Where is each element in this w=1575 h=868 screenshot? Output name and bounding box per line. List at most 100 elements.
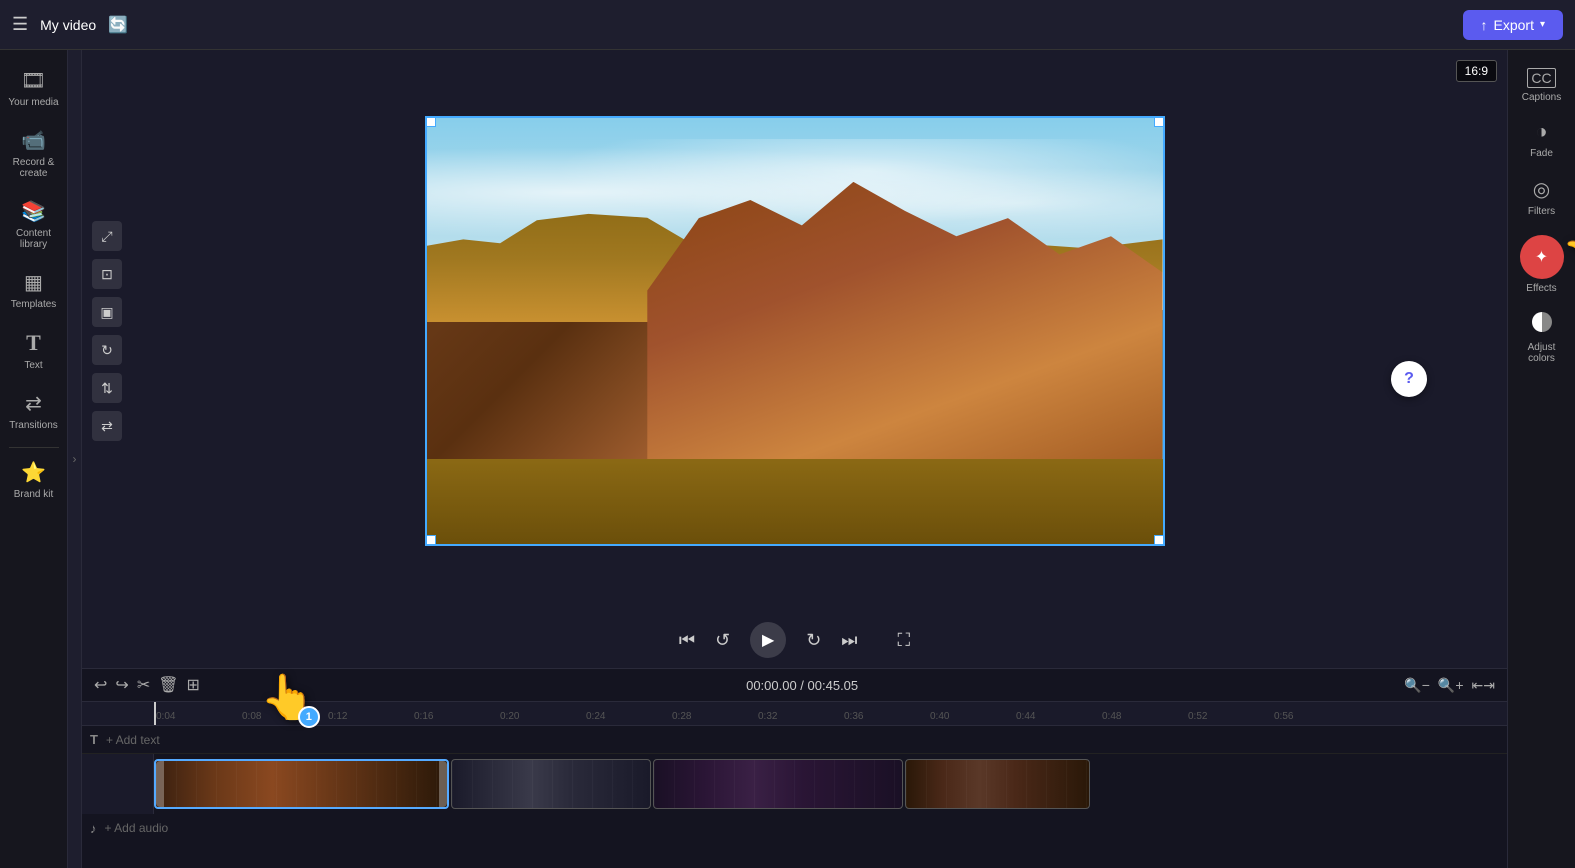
flip-h-tool[interactable]: ⇅ (92, 373, 122, 403)
transitions-icon: ⇄ (25, 391, 42, 416)
export-button[interactable]: ↑ Export ▾ (1463, 10, 1564, 40)
ruler-tick-1: 0:08 (240, 711, 326, 722)
sidebar-item-captions[interactable]: CC Captions (1512, 60, 1572, 111)
resize-tool[interactable]: ⤢ (92, 221, 122, 251)
corner-handle-tr[interactable] (1154, 117, 1164, 127)
collapse-handle[interactable]: › (68, 50, 82, 868)
help-button[interactable]: ? (1391, 361, 1427, 397)
sidebar-item-record-create[interactable]: 📹 Record & create (4, 120, 64, 187)
video-canvas[interactable] (425, 116, 1165, 546)
sidebar-item-content-library[interactable]: 📚 Content library (4, 191, 64, 258)
audio-icon: ♪ (90, 821, 97, 836)
filters-label: Filters (1528, 206, 1555, 217)
play-button[interactable]: ▶ (750, 622, 786, 658)
fullscreen-button[interactable]: ⛶ (897, 630, 910, 651)
sidebar-item-text[interactable]: T Text (4, 322, 64, 379)
video-clip-3[interactable] (653, 759, 903, 809)
ruler-tick-9: 0:40 (928, 711, 1014, 722)
sidebar-item-your-media[interactable]: 🎞 Your media (4, 60, 64, 116)
sidebar-item-filters[interactable]: ◎ Filters (1512, 169, 1572, 225)
audio-track: ♪ + Add audio (82, 814, 1507, 842)
title-area: My video 🔄 (40, 15, 1450, 35)
skip-forward-button[interactable]: ⏭ (841, 630, 857, 651)
add-to-timeline-button[interactable]: ⊞ (187, 675, 200, 695)
video-clip-1[interactable] (154, 759, 449, 809)
main-area: 🎞 Your media 📹 Record & create 📚 Content… (0, 50, 1575, 868)
fade-icon: ◑ (1535, 121, 1547, 144)
rotate-tool[interactable]: ↻ (92, 335, 122, 365)
clip-thumbnail-3 (654, 760, 902, 808)
sidebar-item-effects[interactable]: ✦ Effects 👆 2 (1512, 227, 1572, 302)
clip-handle-right-1[interactable] (439, 761, 447, 807)
flip-v-tool[interactable]: ⇄ (92, 411, 122, 441)
ruler-tick-7: 0:32 (756, 711, 842, 722)
ruler-tick-10: 0:44 (1014, 711, 1100, 722)
rewind-5s-button[interactable]: ↺ (715, 630, 730, 651)
zoom-out-button[interactable]: 🔍− (1404, 677, 1430, 694)
ruler-container: 0:04 0:08 0:12 0:16 0:20 0:24 0:28 0:32 … (154, 702, 1507, 725)
text-icon-small: T (90, 732, 98, 747)
center-panel: ⤢ ⊡ ▣ ↻ ⇅ ⇄ (82, 50, 1507, 868)
track-label (82, 754, 154, 814)
left-sidebar: 🎞 Your media 📹 Record & create 📚 Content… (0, 50, 68, 868)
corner-handle-br[interactable] (1154, 535, 1164, 545)
timeline-tracks: T + Add text (82, 726, 1507, 868)
forward-5s-button[interactable]: ↻ (806, 630, 821, 651)
ruler-tick-13: 0:56 (1272, 711, 1358, 722)
text-track: T + Add text (82, 726, 1507, 754)
ruler-tick-8: 0:36 (842, 711, 928, 722)
sidebar-item-label: Record & create (8, 157, 60, 179)
video-title: My video (40, 17, 96, 33)
preview-area: ⤢ ⊡ ▣ ↻ ⇅ ⇄ (82, 50, 1507, 612)
sidebar-item-label: Transitions (9, 420, 58, 431)
export-arrow-icon: ↑ (1481, 17, 1488, 33)
templates-icon: ▦ (24, 270, 43, 295)
your-media-icon: 🎞 (21, 68, 46, 93)
captions-icon: CC (1527, 68, 1555, 88)
sidebar-item-templates[interactable]: ▦ Templates (4, 262, 64, 318)
ruler-tick-12: 0:52 (1186, 711, 1272, 722)
effects-icon: ✦ (1535, 247, 1548, 267)
filters-icon: ◎ (1533, 177, 1550, 202)
aspect-ratio-badge[interactable]: 16:9 (1456, 60, 1497, 82)
redo-button[interactable]: ↪ (115, 675, 128, 695)
crop-tool[interactable]: ⊡ (92, 259, 122, 289)
clip-thumbnail-2 (452, 760, 650, 808)
menu-icon[interactable]: ☰ (12, 14, 28, 35)
record-create-icon: 📹 (21, 128, 46, 153)
clip-handle-left-1[interactable] (156, 761, 164, 807)
undo-button[interactable]: ↩ (94, 675, 107, 695)
effects-active-indicator: ✦ (1520, 235, 1564, 279)
cut-button[interactable]: ✂ (137, 675, 150, 695)
sidebar-item-adjust-colors[interactable]: Adjust colors (1512, 304, 1572, 372)
corner-handle-bl[interactable] (426, 535, 436, 545)
skip-back-button[interactable]: ⏮ (679, 630, 695, 651)
playback-controls: ⏮ ↺ ▶ ↻ ⏭ ⛶ (82, 612, 1507, 668)
clip-thumbnail-4 (906, 760, 1089, 808)
video-clip-4[interactable] (905, 759, 1090, 809)
sidebar-item-label: Brand kit (14, 489, 53, 500)
ruler-tick-11: 0:48 (1100, 711, 1186, 722)
brand-kit-icon: ⭐ (21, 460, 46, 485)
text-icon: T (26, 330, 41, 356)
delete-button[interactable]: 🗑 (158, 675, 178, 695)
add-audio-button[interactable]: + Add audio (105, 821, 169, 835)
sidebar-item-transitions[interactable]: ⇄ Transitions (4, 383, 64, 439)
content-library-icon: 📚 (21, 199, 46, 224)
fit-timeline-button[interactable]: ⇤⇥ (1472, 677, 1495, 694)
video-clip-2[interactable] (451, 759, 651, 809)
right-sidebar: CC Captions ◑ Fade ◎ Filters ✦ Effects 👆… (1507, 50, 1575, 868)
ruler-tick-6: 0:28 (670, 711, 756, 722)
timeline-area: ↩ ↪ ✂ 🗑 ⊞ 00:00.00 / 00:45.05 🔍− 🔍+ ⇤⇥ 0… (82, 668, 1507, 868)
sidebar-item-brand-kit[interactable]: ⭐ Brand kit (4, 452, 64, 508)
video-track (82, 754, 1507, 814)
zoom-in-button[interactable]: 🔍+ (1438, 677, 1464, 694)
video-clips-container (154, 754, 1507, 814)
topbar: ☰ My video 🔄 ↑ Export ▾ (0, 0, 1575, 50)
save-icon[interactable]: 🔄 (108, 15, 128, 35)
frame-tool[interactable]: ▣ (92, 297, 122, 327)
corner-handle-tl[interactable] (426, 117, 436, 127)
sidebar-item-fade[interactable]: ◑ Fade (1512, 113, 1572, 167)
add-text-button[interactable]: + Add text (106, 733, 160, 747)
effects-label: Effects (1526, 283, 1556, 294)
